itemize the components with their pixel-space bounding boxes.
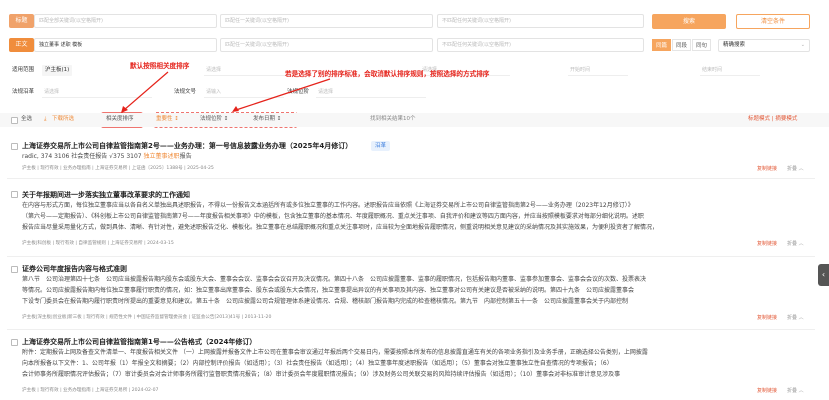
- copy-link-button[interactable]: 复制链接: [757, 240, 777, 247]
- result-meta: 沪主板|科创板 | 现行有效 | 自律监管规则 | 上海证券交易所 | 2024…: [22, 241, 174, 246]
- download-selected-button[interactable]: 下载所选: [52, 114, 74, 125]
- fold-toggle[interactable]: 折叠 ︿: [787, 387, 804, 394]
- arrow-line-right: [235, 78, 331, 111]
- select-all-label[interactable]: 全选: [21, 114, 32, 125]
- select-all-checkbox[interactable]: [11, 117, 18, 124]
- result-title[interactable]: 上海证券交易所上市公司自律监管指南第1号——公告格式（2024年修订）: [22, 337, 256, 347]
- fold-toggle[interactable]: 折叠 ︿: [787, 240, 804, 247]
- fold-toggle[interactable]: 折叠 ︿: [787, 314, 804, 321]
- annotation-arrows: [100, 71, 331, 128]
- result-meta: 沪主板|深主板|创业板|新三板 | 现行有效 | 规范性文件 | 中国证券监督管…: [22, 315, 272, 320]
- result-checkbox[interactable]: [11, 339, 18, 346]
- sort-relevance-button[interactable]: 相关度排序: [106, 114, 134, 125]
- result-count: 找到相关结果10个: [370, 116, 416, 122]
- fold-toggle[interactable]: 折叠 ︿: [787, 165, 804, 172]
- result-divider: [7, 256, 815, 257]
- result-snippet-line-2: 向本所报备以下文件：1、公司年报（1）年报全文和摘要；（2）内部控制评价报告（如…: [22, 360, 613, 367]
- result-snippet-line-2: （第六号——定期报告）、《科创板上市公司自律监管指南第7号——年度报告相关事项》…: [22, 213, 644, 220]
- result-snippet-line-1: 在内容与形式方面，每位独立董事应当以各自名义单独出具述职报告，不得以一份报告文本…: [22, 202, 634, 209]
- result-checkbox[interactable]: [11, 143, 18, 150]
- result-title[interactable]: 证券公司年度报告内容与格式准则: [22, 264, 127, 274]
- history-badge[interactable]: 沿革: [371, 141, 391, 151]
- result-snippet: radic, 374 3106 社会责任报告 √375 3107 独立董事述职报…: [22, 153, 192, 160]
- side-panel-toggle[interactable]: ‹: [818, 264, 829, 286]
- sort-date-button[interactable]: 发布日期 ↕: [253, 114, 281, 125]
- chevron-left-icon: ‹: [821, 270, 826, 279]
- result-snippet-line-3: 下设专门委员会在报告期内履行职责时所提出的重要意见和建议。第五十条 公司应披露公…: [22, 298, 629, 305]
- copy-link-button[interactable]: 复制链接: [757, 314, 777, 321]
- result-title[interactable]: 关于年报期间进一步落实独立董事改革要求的工作通知: [22, 190, 190, 200]
- result-snippet-line-2: 等情况。公司应披露报告期内每位独立董事履行职责的情况，如：独立董事出席董事会、股…: [22, 287, 635, 294]
- result-snippet-line-1: 附件：定期报告上网及备查文件清单一、年度报告相关文件 （一）上网披露并报备文件上…: [22, 349, 648, 356]
- view-mode-toggle[interactable]: 标题模式 | 摘要模式: [748, 114, 797, 125]
- sort-importance-button[interactable]: 重要性 ↕: [156, 114, 179, 125]
- sort-level-button[interactable]: 法规位阶 ↕: [200, 114, 228, 125]
- result-meta: 沪主板 | 现行有效 | 业务办理指南 | 上海证券交易所 | 2024-02-…: [22, 388, 159, 393]
- download-icon[interactable]: ⤓: [44, 114, 46, 125]
- result-meta: 沪主板 | 现行有效 | 业务办理指南 | 上海证券交易所 | 上证函〔2025…: [22, 166, 214, 171]
- result-snippet-line-3: 会计师事务所履职情况评估报告；（7）审计委员会对会计师事务所履行监督职责情况报告…: [22, 371, 621, 378]
- result-snippet-line-3: 报告应当尽量采用量化方式，做到具体、清晰、有针对性，避免述职报告泛化、模板化。独…: [22, 224, 659, 231]
- copy-link-button[interactable]: 复制链接: [757, 387, 777, 394]
- result-divider: [7, 178, 815, 179]
- copy-link-button[interactable]: 复制链接: [757, 165, 777, 172]
- result-title[interactable]: 上海证券交易所上市公司自律监管指南第2号——业务办理：第一号信息披露业务办理（2…: [22, 141, 352, 151]
- arrow-line-left: [123, 71, 169, 111]
- result-checkbox[interactable]: [11, 191, 18, 198]
- result-checkbox[interactable]: [11, 266, 18, 273]
- result-divider: [7, 329, 815, 330]
- result-snippet-line-1: 第八节 公司治理第四十七条 公司应当披露报告期内股东会或股东大会、董事会会议、监…: [22, 276, 647, 283]
